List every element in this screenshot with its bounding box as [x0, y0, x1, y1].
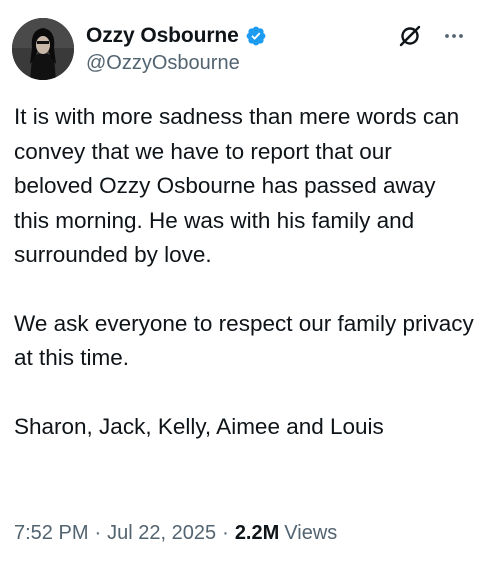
tweet-time[interactable]: 7:52 PM	[14, 522, 88, 545]
tweet-date[interactable]: Jul 22, 2025	[107, 522, 216, 545]
separator-dot: ·	[94, 522, 102, 544]
views-label: Views	[284, 522, 338, 544]
tweet-text: It is with more sadness than mere words …	[14, 100, 474, 444]
separator-dot: ·	[222, 522, 229, 544]
avatar-photo	[12, 18, 74, 80]
avatar[interactable]	[12, 18, 74, 80]
tweet-card: Ozzy Osbourne @OzzyOsbourne It is with m…	[0, 0, 490, 570]
author-display-name[interactable]: Ozzy Osbourne	[86, 24, 239, 48]
grok-icon	[399, 25, 421, 47]
grok-button[interactable]	[396, 22, 424, 50]
tweet-metadata: 7:52 PM · Jul 22, 2025 · 2.2M Views	[14, 522, 337, 545]
more-options-button[interactable]	[440, 22, 468, 50]
more-horizontal-icon	[445, 34, 463, 38]
tweet-paragraph: Sharon, Jack, Kelly, Aimee and Louis	[14, 413, 384, 439]
views-count[interactable]: 2.2M	[235, 522, 279, 545]
tweet-paragraph: It is with more sadness than mere words …	[14, 104, 460, 267]
verified-badge-icon[interactable]	[245, 25, 267, 47]
tweet-paragraph: We ask everyone to respect our family pr…	[14, 310, 474, 371]
author-name-row: Ozzy Osbourne	[86, 22, 267, 50]
author-handle[interactable]: @OzzyOsbourne	[86, 52, 240, 75]
